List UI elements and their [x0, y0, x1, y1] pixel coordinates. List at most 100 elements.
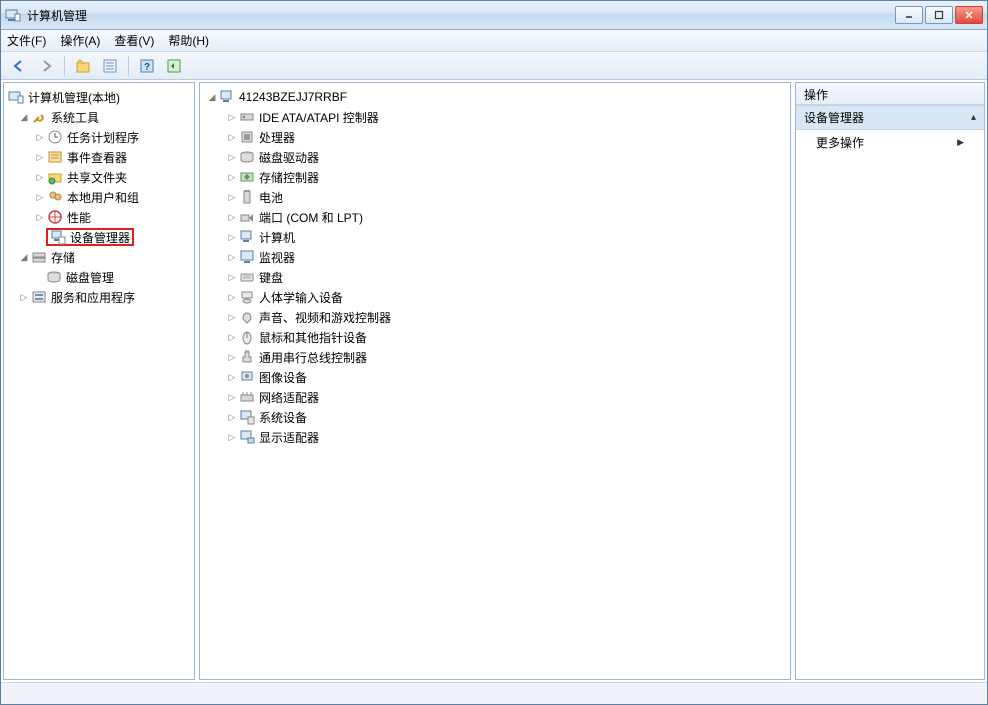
actions-header: 操作: [796, 83, 984, 105]
device-category-label: 网络适配器: [259, 389, 319, 406]
center-panel: ◢ 41243BZEJJ7RRBF ▷ IDE ATA/ATAPI 控制器▷处理器…: [199, 82, 791, 680]
tree-label: 存储: [51, 249, 75, 266]
maximize-button[interactable]: [925, 6, 953, 24]
expand-icon[interactable]: ▷: [226, 191, 238, 203]
device-category[interactable]: ▷ 存储控制器: [202, 167, 788, 187]
tree-task-scheduler[interactable]: ▷ 任务计划程序: [6, 127, 192, 147]
forward-button[interactable]: [34, 55, 58, 77]
device-category-label: 计算机: [259, 229, 295, 246]
expand-icon[interactable]: ▷: [226, 291, 238, 303]
expand-icon[interactable]: ▷: [226, 131, 238, 143]
device-tree-root[interactable]: ◢ 41243BZEJJ7RRBF: [202, 87, 788, 107]
up-button[interactable]: [71, 55, 95, 77]
tree-label: 事件查看器: [67, 149, 127, 166]
device-category[interactable]: ▷人体学输入设备: [202, 287, 788, 307]
collapse-icon[interactable]: ◢: [206, 91, 218, 103]
system-device-icon: [239, 409, 255, 425]
device-category[interactable]: ▷ 图像设备: [202, 367, 788, 387]
device-category[interactable]: ▷ 显示适配器: [202, 427, 788, 447]
expand-icon[interactable]: ▷: [34, 131, 46, 143]
expand-icon[interactable]: ▷: [226, 271, 238, 283]
device-category[interactable]: ▷声音、视频和游戏控制器: [202, 307, 788, 327]
device-category[interactable]: ▷处理器: [202, 127, 788, 147]
titlebar: 计算机管理: [1, 1, 987, 30]
device-category[interactable]: ▷键盘: [202, 267, 788, 287]
device-category[interactable]: ▷系统设备: [202, 407, 788, 427]
tree-disk-mgmt[interactable]: 磁盘管理: [6, 267, 192, 287]
device-category-label: 监视器: [259, 249, 295, 266]
device-category[interactable]: ▷ 通用串行总线控制器: [202, 347, 788, 367]
device-category-label: IDE ATA/ATAPI 控制器: [259, 109, 379, 126]
tree-root[interactable]: 计算机管理(本地): [6, 87, 192, 107]
expand-icon[interactable]: ▷: [18, 291, 30, 303]
window: 计算机管理 文件(F) 操作(A) 查看(V) 帮助(H) ? 计算机管理(本地…: [0, 0, 988, 705]
expand-icon[interactable]: ▷: [226, 111, 238, 123]
menu-view[interactable]: 查看(V): [114, 32, 154, 49]
device-category[interactable]: ▷电池: [202, 187, 788, 207]
expand-icon[interactable]: ▷: [226, 171, 238, 183]
services-icon: [31, 289, 47, 305]
actions-more[interactable]: 更多操作 ▶: [796, 130, 984, 155]
expand-icon[interactable]: ▷: [226, 211, 238, 223]
expand-icon[interactable]: ▷: [226, 431, 238, 443]
device-category-label: 存储控制器: [259, 169, 319, 186]
expand-icon[interactable]: ▷: [226, 251, 238, 263]
expand-icon[interactable]: ▷: [226, 391, 238, 403]
device-category[interactable]: ▷ IDE ATA/ATAPI 控制器: [202, 107, 788, 127]
menu-help[interactable]: 帮助(H): [168, 32, 209, 49]
device-category-label: 图像设备: [259, 369, 307, 386]
tree-event-viewer[interactable]: ▷ 事件查看器: [6, 147, 192, 167]
tree-storage[interactable]: ◢ 存储: [6, 247, 192, 267]
help-button[interactable]: ?: [135, 55, 159, 77]
event-icon: [47, 149, 63, 165]
menu-file[interactable]: 文件(F): [7, 32, 46, 49]
expand-icon[interactable]: ▷: [34, 191, 46, 203]
expand-icon[interactable]: ▷: [226, 371, 238, 383]
collapse-icon[interactable]: ◢: [18, 251, 30, 263]
device-category-label: 通用串行总线控制器: [259, 349, 367, 366]
device-category[interactable]: ▷ 监视器: [202, 247, 788, 267]
computer-mgmt-icon: [8, 89, 24, 105]
device-category[interactable]: ▷ 鼠标和其他指针设备: [202, 327, 788, 347]
left-tree: 计算机管理(本地) ◢ 系统工具 ▷ 任务计划程序 ▷ 事件查看器: [4, 83, 194, 311]
collapse-icon[interactable]: ◢: [18, 111, 30, 123]
device-category[interactable]: ▷端口 (COM 和 LPT): [202, 207, 788, 227]
expand-icon[interactable]: ▷: [34, 211, 46, 223]
menu-action[interactable]: 操作(A): [60, 32, 100, 49]
tree-shared-folders[interactable]: ▷ 共享文件夹: [6, 167, 192, 187]
expand-icon[interactable]: ▷: [226, 411, 238, 423]
close-button[interactable]: [955, 6, 983, 24]
tree-local-users[interactable]: ▷ 本地用户和组: [6, 187, 192, 207]
device-category-label: 鼠标和其他指针设备: [259, 329, 367, 346]
expand-icon[interactable]: ▷: [34, 171, 46, 183]
back-button[interactable]: [7, 55, 31, 77]
performance-icon: [47, 209, 63, 225]
minimize-button[interactable]: [895, 6, 923, 24]
actions-selected-label: 设备管理器: [804, 109, 864, 126]
expand-icon[interactable]: ▷: [226, 331, 238, 343]
device-category[interactable]: ▷ 网络适配器: [202, 387, 788, 407]
tree-performance[interactable]: ▷ 性能: [6, 207, 192, 227]
expand-icon[interactable]: ▷: [226, 151, 238, 163]
device-category-label: 显示适配器: [259, 429, 319, 446]
processor-icon: [239, 129, 255, 145]
actions-more-label: 更多操作: [816, 134, 864, 151]
tree-system-tools[interactable]: ◢ 系统工具: [6, 107, 192, 127]
right-panel: 操作 设备管理器 ▴ 更多操作 ▶: [795, 82, 985, 680]
expand-icon[interactable]: ▷: [226, 231, 238, 243]
device-category[interactable]: ▷ 计算机: [202, 227, 788, 247]
actions-selected[interactable]: 设备管理器 ▴: [796, 105, 984, 130]
expand-icon[interactable]: ▷: [226, 311, 238, 323]
tree-device-manager[interactable]: 设备管理器: [6, 227, 192, 247]
device-category-label: 磁盘驱动器: [259, 149, 319, 166]
tree-services-apps[interactable]: ▷ 服务和应用程序: [6, 287, 192, 307]
expand-icon[interactable]: ▷: [34, 151, 46, 163]
port-icon: [239, 209, 255, 225]
users-icon: [47, 189, 63, 205]
properties-button[interactable]: [98, 55, 122, 77]
tree-label: 计算机管理(本地): [28, 89, 120, 106]
device-category[interactable]: ▷ 磁盘驱动器: [202, 147, 788, 167]
refresh-button[interactable]: [162, 55, 186, 77]
expand-icon[interactable]: ▷: [226, 351, 238, 363]
tree-label: 系统工具: [51, 109, 99, 126]
